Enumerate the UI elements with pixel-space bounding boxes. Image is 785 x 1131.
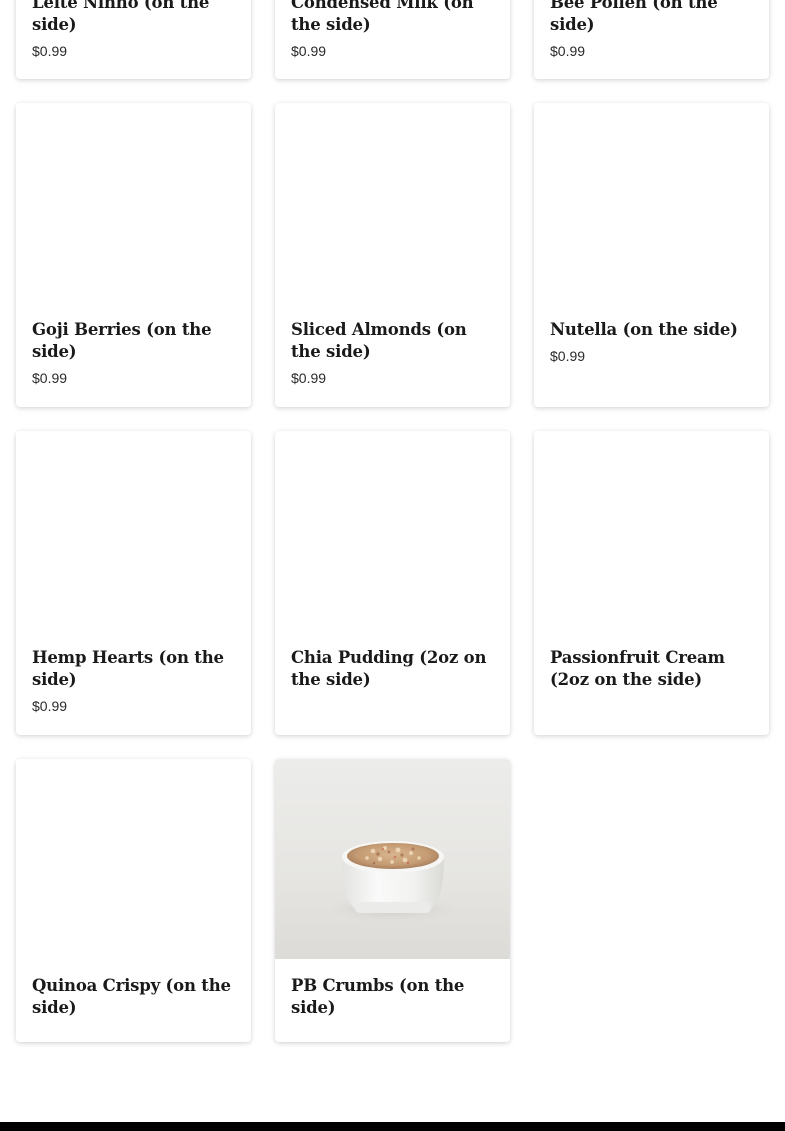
item-title: PB Crumbs (on the side)	[291, 976, 465, 1017]
item-image	[275, 431, 510, 631]
item-image	[16, 431, 251, 631]
item-price: $0.99	[550, 43, 586, 59]
item-title: Leite Ninho (on the side)	[32, 0, 210, 34]
menu-item-card-condensed-milk[interactable]: Condensed Milk (on the side) $0.99	[275, 0, 510, 79]
item-price: $0.99	[32, 370, 68, 386]
item-title: Quinoa Crispy (on the side)	[32, 976, 231, 1017]
item-title: Hemp Hearts (on the side)	[32, 648, 224, 689]
item-price: $0.99	[291, 43, 327, 59]
item-image	[275, 759, 510, 959]
menu-item-card-hemp-hearts[interactable]: Hemp Hearts (on the side) $0.99	[16, 431, 251, 735]
item-image	[16, 759, 251, 959]
footer	[0, 1122, 785, 1131]
menu-item-card-leite-ninho[interactable]: Leite Ninho (on the side) $0.99	[16, 0, 251, 79]
menu-page: Leite Ninho (on the side) $0.99 Condense…	[0, 0, 785, 1131]
menu-item-card-sliced-almonds[interactable]: Sliced Almonds (on the side) $0.99	[275, 103, 510, 407]
item-title: Nutella (on the side)	[550, 320, 738, 339]
item-title: Condensed Milk (on the side)	[291, 0, 474, 34]
bowl-of-crumbs-photo	[325, 841, 461, 923]
item-price: $0.99	[32, 43, 68, 59]
item-price: $0.99	[32, 698, 68, 714]
item-image	[534, 431, 769, 631]
item-image	[16, 103, 251, 303]
item-title: Passionfruit Cream (2oz on the side)	[550, 648, 725, 689]
menu-item-card-quinoa-crispy[interactable]: Quinoa Crispy (on the side)	[16, 759, 251, 1042]
item-title: Goji Berries (on the side)	[32, 320, 212, 361]
item-title: Sliced Almonds (on the side)	[291, 320, 467, 361]
menu-item-card-bee-pollen[interactable]: Bee Pollen (on the side) $0.99	[534, 0, 769, 79]
menu-item-card-pb-crumbs[interactable]: PB Crumbs (on the side)	[275, 759, 510, 1042]
menu-item-card-chia-pudding[interactable]: Chia Pudding (2oz on the side)	[275, 431, 510, 735]
item-price: $0.99	[291, 370, 327, 386]
item-title: Bee Pollen (on the side)	[550, 0, 718, 34]
item-price: $0.99	[550, 348, 586, 364]
item-image	[534, 103, 769, 303]
menu-item-card-passionfruit-cream[interactable]: Passionfruit Cream (2oz on the side)	[534, 431, 769, 735]
item-title: Chia Pudding (2oz on the side)	[291, 648, 487, 689]
menu-item-card-nutella[interactable]: Nutella (on the side) $0.99	[534, 103, 769, 407]
item-image	[275, 103, 510, 303]
menu-item-card-goji-berries[interactable]: Goji Berries (on the side) $0.99	[16, 103, 251, 407]
